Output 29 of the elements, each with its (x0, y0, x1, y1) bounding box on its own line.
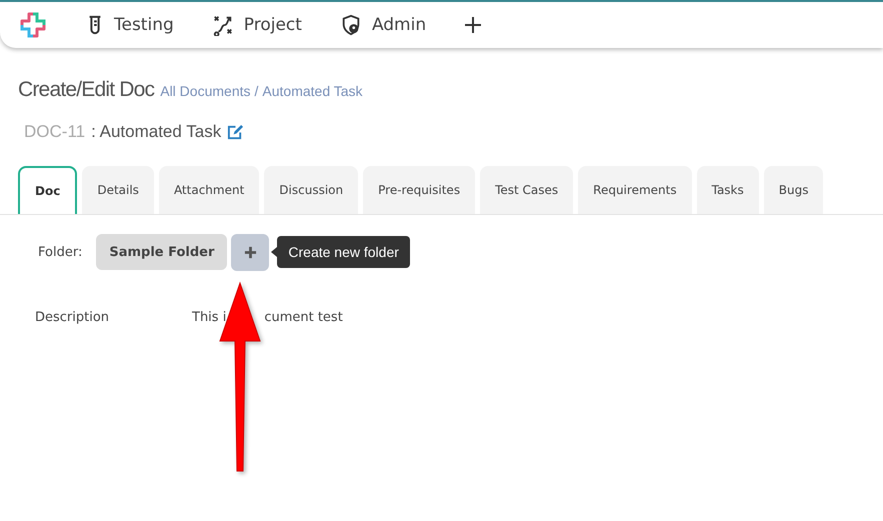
nav-link[interactable]: Admin (340, 14, 426, 36)
tab[interactable]: Bugs (764, 166, 824, 214)
tab[interactable]: Doc (18, 166, 78, 214)
logo-icon[interactable] (18, 10, 48, 40)
breadcrumb-separator: / (254, 83, 258, 99)
doc-name: : Automated Task (91, 122, 222, 142)
tab[interactable]: Attachment (158, 166, 260, 214)
tooltip-pointer (271, 247, 278, 257)
description-text: cument test (264, 310, 343, 325)
tab[interactable]: Requirements (578, 166, 692, 214)
tab[interactable]: Pre-requisites (363, 166, 476, 214)
tab[interactable]: Tasks (696, 166, 759, 214)
doc-id: DOC-11 (24, 122, 86, 142)
tooltip: Create new folder (277, 236, 410, 268)
description-label: Description (35, 310, 110, 325)
route-icon (212, 14, 234, 36)
page-title: Create/Edit Doc (18, 78, 154, 102)
add-folder-button[interactable] (231, 234, 270, 270)
tab[interactable]: Test Cases (480, 166, 574, 214)
edit-icon[interactable] (227, 124, 244, 140)
folder-label: Folder: (38, 244, 82, 260)
tab[interactable]: Discussion (264, 166, 358, 214)
nav-link[interactable]: Testing (86, 14, 174, 36)
tab[interactable]: Details (82, 166, 154, 214)
folder-select[interactable]: Sample Folder (96, 234, 228, 270)
nav-link[interactable]: Project (212, 14, 302, 36)
description-text: This i (192, 310, 226, 325)
plus-icon[interactable] (464, 16, 482, 34)
plus-icon (244, 246, 257, 258)
